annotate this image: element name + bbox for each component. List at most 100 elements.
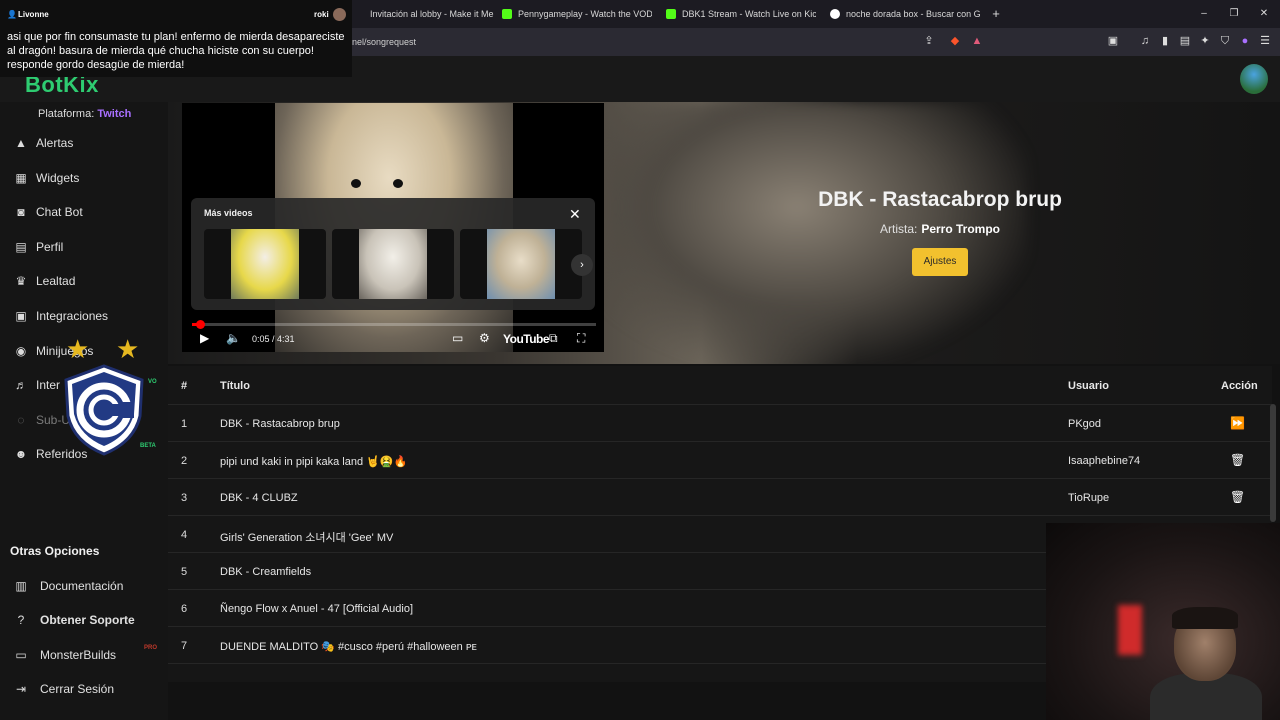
progress-scrubber[interactable] [196,320,206,329]
logout-icon: ⇥ [15,682,27,696]
more-videos-title: Más videos [204,208,253,218]
video-frame-detail [351,179,361,188]
close-window-button[interactable]: ✕ [1256,6,1272,22]
requester: Isaaphebine74 [1068,455,1141,467]
new-tab-button[interactable]: + [988,6,1004,22]
youtube-logo[interactable]: YouTube [503,332,550,346]
club-crest-logo [64,364,144,456]
minimize-button[interactable]: – [1196,6,1212,22]
platform-value: Twitch [97,108,132,120]
close-icon[interactable]: ✕ [569,206,581,223]
chevron-right-icon[interactable]: › [571,254,593,276]
sidebar-item-alertas[interactable]: ▲ Alertas [0,127,168,159]
browser-tab[interactable]: Invitación al lobby - Make it Meme [354,4,494,24]
sidebar-item-soporte[interactable]: ? Obtener Soporte [0,604,168,636]
tab-favicon-icon [354,9,364,19]
sidebar-item-monsterbuilds[interactable]: ▭ MonsterBuilds PRO [0,639,168,671]
brave-shield-icon[interactable]: ◆ [948,34,962,48]
sidebar-item-label: Obtener Soporte [40,613,135,627]
user-avatar[interactable] [1240,64,1268,94]
sidebar-item-label: Cerrar Sesión [40,682,115,696]
column-header-user: Usuario [1068,380,1109,392]
song-title: DUENDE MALDITO 🎭 #cusco #perú #halloween… [220,641,477,653]
reader-icon[interactable]: ▣ [1106,34,1120,48]
sidebar-toggle-icon[interactable]: ▮ [1158,34,1172,48]
gamepad-icon: ◉ [15,344,27,358]
song-title: pipi und kaki in pipi kaka land 🤘🤮🔥 [220,456,408,468]
leo-ai-icon[interactable]: ● [1238,34,1252,48]
column-header-number: # [181,380,188,392]
play-icon[interactable]: ▶ [200,331,209,345]
chat-message: asi que por fin consumaste tu plan! enfe… [7,31,345,71]
warning-icon: ▲ [15,136,27,150]
wallet-icon[interactable]: ▤ [1178,34,1192,48]
sidebar-item-label: MonsterBuilds [40,648,117,662]
pro-badge: PRO [144,645,158,651]
sidebar-item-label: Integraciones [36,309,109,323]
sidebar-item-integraciones[interactable]: ▣ Integraciones [0,300,168,332]
settings-button[interactable]: Ajustes [912,248,968,276]
video-thumbnail[interactable] [204,229,326,299]
thumbnail-image [231,229,299,299]
sidebar-item-label: Perfil [36,240,64,254]
chat-username: Livonne [18,10,49,19]
sidebar-item-perfil[interactable]: ▤ Perfil [0,231,168,263]
rewards-icon[interactable]: ▲ [970,34,984,48]
sidebar-item-chat-bot[interactable]: ◙ Chat Bot [0,196,168,228]
vpn-icon[interactable]: ⛉ [1218,34,1232,48]
skip-icon[interactable]: ⏩ [1230,416,1245,430]
music-note-icon[interactable]: ♫ [1138,34,1152,48]
gear-icon[interactable]: ⚙ [479,331,490,345]
kick-favicon-icon [502,9,512,19]
star-icon: ★ [116,334,140,364]
extensions-icon[interactable]: ✦ [1198,34,1212,48]
table-scrollbar[interactable] [1270,404,1276,522]
webcam-detail [1118,605,1142,655]
trash-icon[interactable]: 🗑 [1230,490,1245,504]
requester: TioRupe [1068,492,1110,504]
menu-icon[interactable]: ☰ [1258,34,1272,48]
browser-tab[interactable]: DBK1 Stream - Watch Live on Kick [666,4,816,24]
volume-icon[interactable]: 🔈 [226,331,241,345]
widgets-icon: ▦ [15,171,27,185]
browser-tab[interactable]: noche dorada box - Buscar con Goog [830,4,980,24]
subtitles-icon[interactable]: ▭ [452,331,463,345]
restore-button[interactable]: ❐ [1226,6,1242,22]
fullscreen-icon[interactable]: ⛶ [577,331,585,345]
trash-icon[interactable]: 🗑 [1230,453,1245,467]
more-videos-panel: Más videos ✕ › [191,198,595,310]
share-icon[interactable]: ⇪ [922,34,936,48]
webcam-detail [1172,607,1238,629]
book-icon: ▥ [15,579,27,593]
now-playing-title: DBK - Rastacabrop brup [818,188,1062,211]
stream-chat-overlay: 👤 Livonne roki asi que por fin consumast… [0,0,352,77]
google-favicon-icon [830,9,840,19]
sidebar-item-label: Alertas [36,136,74,150]
video-player[interactable]: Más videos ✕ › ▶ 🔈 0:05 / 4:31 ▭ ⚙ YouTu… [182,103,604,352]
sidebar-item-lealtad[interactable]: ♛ Lealtad [0,265,168,297]
artist-name: Perro Trompo [921,222,1001,236]
plug-icon: ▣ [15,309,27,323]
table-row: 3 DBK - 4 CLUBZ TioRupe 🗑 [168,478,1272,515]
new-badge: VO [148,379,157,385]
now-playing-artist: Artista: Perro Trompo [879,222,1001,236]
cast-icon[interactable]: ⧉ [549,331,558,345]
progress-bar[interactable] [192,320,596,329]
url-field[interactable]: nel/songrequest [352,37,416,47]
song-title: DBK - 4 CLUBZ [220,492,298,504]
star-icon: ★ [66,334,90,364]
browser-tab[interactable]: Pennygameplay - Watch the VOD on [502,4,652,24]
laptop-icon: ▭ [15,648,27,662]
sidebar-item-label: Inter [36,378,61,392]
sidebar-item-documentacion[interactable]: ▥ Documentación [0,570,168,602]
sidebar-item-widgets[interactable]: ▦ Widgets [0,162,168,194]
sub-icon: ◌ [17,413,25,427]
help-icon: ? [17,613,25,627]
column-header-title: Título [220,380,250,392]
users-icon: ☻ [14,447,28,461]
video-thumbnail[interactable] [332,229,454,299]
table-row: 1 DBK - Rastacabrop brup PKgod ⏩ [168,404,1272,441]
trophy-icon: ♛ [15,274,27,288]
sidebar-item-cerrar-sesion[interactable]: ⇥ Cerrar Sesión [0,673,168,705]
video-thumbnail[interactable] [460,229,582,299]
